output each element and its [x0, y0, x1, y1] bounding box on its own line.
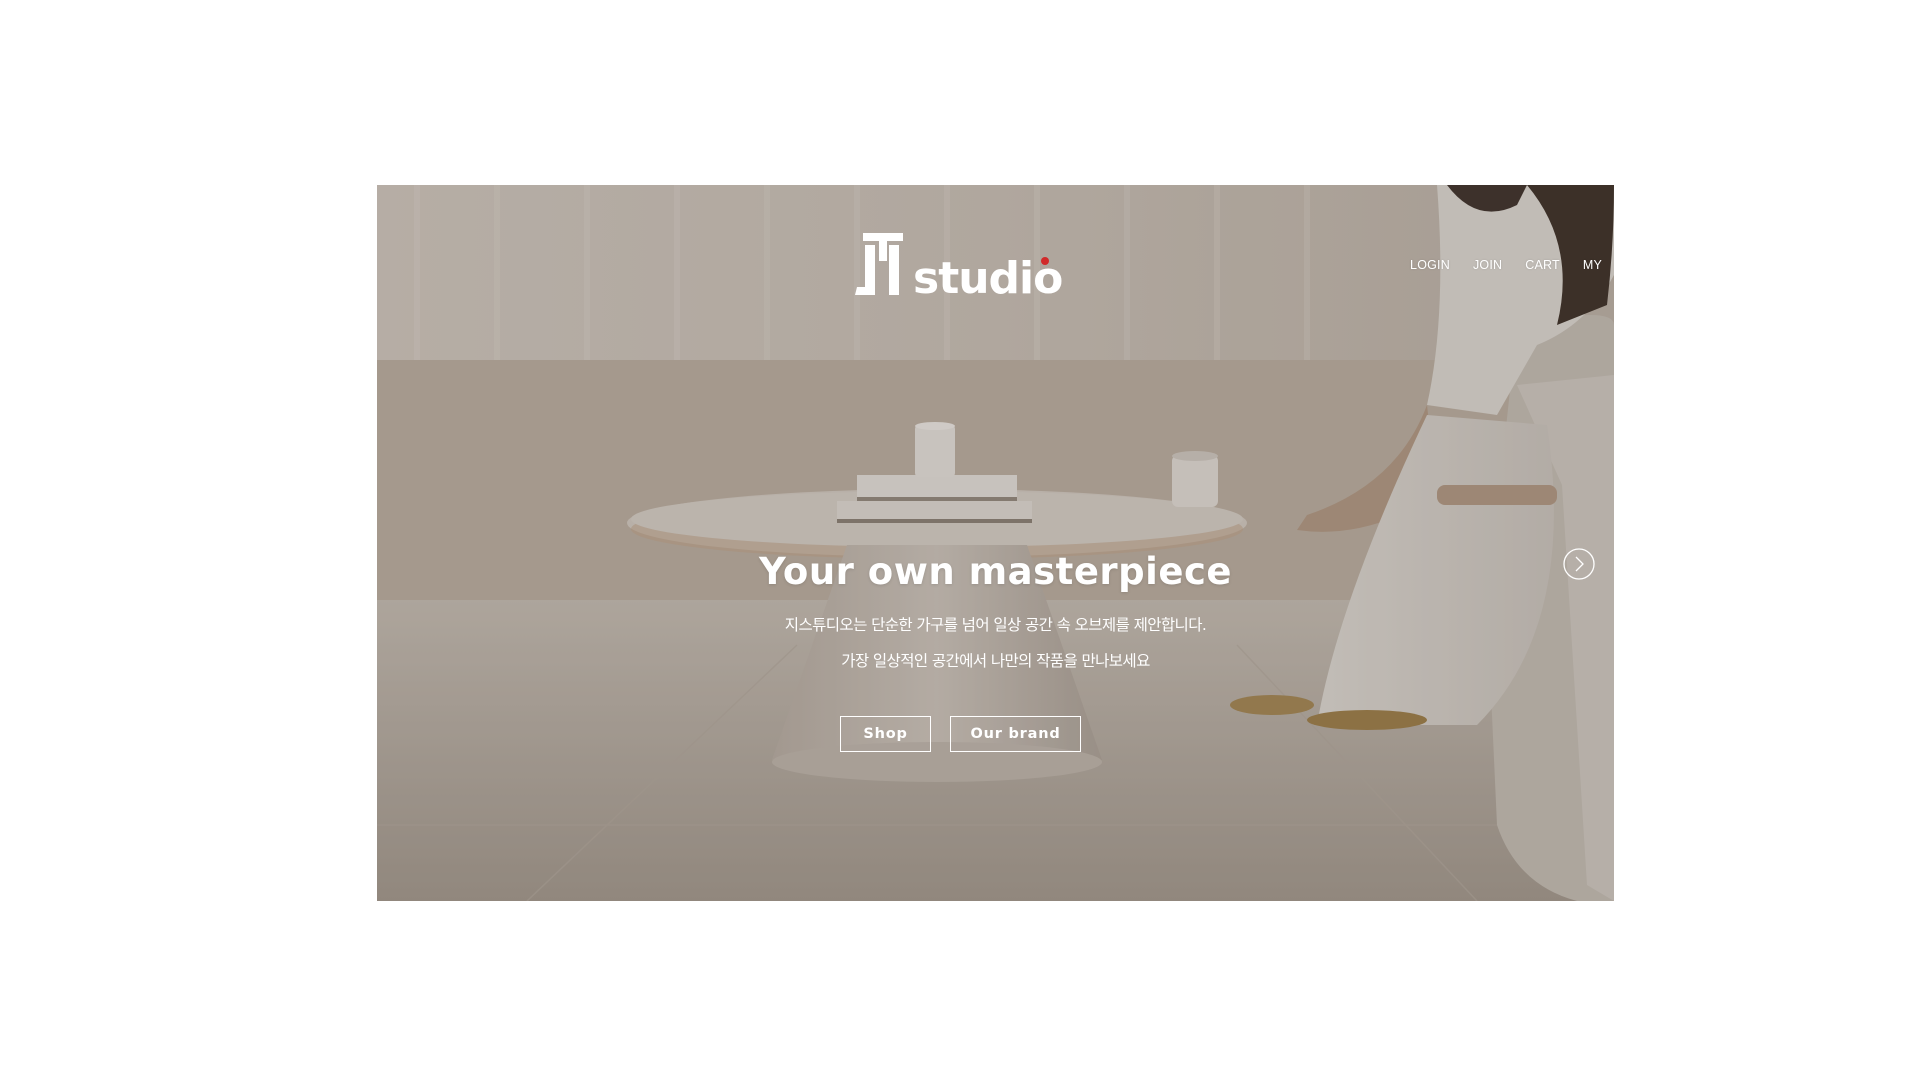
top-nav: LOGIN JOIN CART MY — [1387, 258, 1602, 272]
hero-banner: studio LOGIN JOIN CART MY Your own maste… — [377, 185, 1614, 901]
our-brand-button[interactable]: Our brand — [950, 716, 1081, 752]
shop-button[interactable]: Shop — [840, 716, 931, 752]
nav-join-link[interactable]: JOIN — [1473, 258, 1502, 272]
hero-subtitle-line-1: 지스튜디오는 단순한 가구를 넘어 일상 공간 속 오브제를 제안합니다. — [784, 616, 1207, 634]
svg-text:studio: studio — [913, 253, 1062, 303]
chevron-right-circle-icon[interactable] — [1563, 548, 1595, 580]
nav-login-link[interactable]: LOGIN — [1410, 258, 1450, 272]
nav-my-link[interactable]: MY — [1583, 258, 1602, 272]
brand-logo[interactable]: studio — [843, 231, 1083, 303]
nav-cart-link[interactable]: CART — [1525, 258, 1560, 272]
hero-subtitle-line-2: 가장 일상적인 공간에서 나만의 작품을 만나보세요 — [841, 652, 1150, 670]
page: studio LOGIN JOIN CART MY Your own maste… — [0, 0, 1920, 1080]
hero-headline: Your own masterpiece — [759, 550, 1232, 593]
